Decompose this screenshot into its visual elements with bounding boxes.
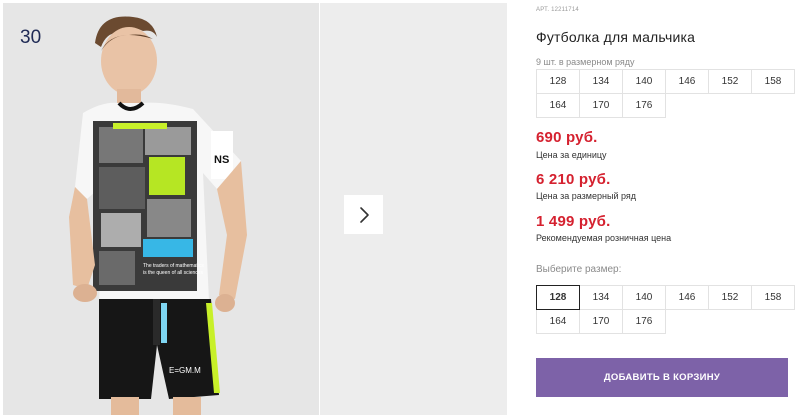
size-option-selected[interactable]: 128 xyxy=(536,285,580,310)
chevron-right-icon xyxy=(357,206,371,224)
slide-counter: 30 xyxy=(20,27,42,48)
size-row-cell: 128 xyxy=(536,69,580,94)
size-option[interactable]: 164 xyxy=(536,309,580,334)
size-row-cell: 176 xyxy=(622,93,666,118)
size-option[interactable]: 176 xyxy=(622,309,666,334)
size-option[interactable]: 146 xyxy=(665,285,709,310)
size-option[interactable]: 158 xyxy=(751,285,795,310)
size-option[interactable]: 134 xyxy=(579,285,623,310)
size-row-cell: 140 xyxy=(622,69,666,94)
size-row-price: 6 210 руб. xyxy=(536,171,611,188)
unit-price-label: Цена за единицу xyxy=(536,150,607,160)
size-option[interactable]: 140 xyxy=(622,285,666,310)
product-title: Футболка для мальчика xyxy=(536,29,696,45)
choose-size-label: Выберите размер: xyxy=(536,264,622,275)
size-option[interactable]: 152 xyxy=(708,285,752,310)
shirt-print-line-1: The traders of mathematics xyxy=(143,263,204,269)
size-row-cell: 146 xyxy=(665,69,709,94)
size-row-cell: 158 xyxy=(751,69,795,94)
sleeve-print: NS xyxy=(214,154,229,166)
shirt-print-line-2: is the queen of all sciences xyxy=(143,270,204,276)
article-number: АРТ. 12211714 xyxy=(536,7,579,13)
size-selector: 128 134 140 146 152 158 164 170 176 xyxy=(536,285,795,334)
recommended-retail-price: 1 499 руб. xyxy=(536,213,611,230)
product-gallery: NS The traders of mathematics is the que… xyxy=(0,0,510,418)
unit-price: 690 руб. xyxy=(536,129,598,146)
recommended-retail-price-label: Рекомендуемая розничная цена xyxy=(536,233,672,243)
size-row-cell: 152 xyxy=(708,69,752,94)
next-slide-button[interactable] xyxy=(344,195,383,234)
size-row-table: 128 134 140 146 152 158 164 170 176 xyxy=(536,69,795,118)
size-row-cell: 164 xyxy=(536,93,580,118)
shorts-logo: E=GM.M xyxy=(169,366,201,375)
add-to-cart-button[interactable]: ДОБАВИТЬ В КОРЗИНУ xyxy=(536,358,788,397)
size-row-cell: 170 xyxy=(579,93,623,118)
product-photo: NS The traders of mathematics is the que… xyxy=(3,3,319,415)
boy-model-illustration: NS The traders of mathematics is the que… xyxy=(3,3,319,415)
size-row-cell: 134 xyxy=(579,69,623,94)
size-option[interactable]: 170 xyxy=(579,309,623,334)
size-row-caption: 9 шт. в размерном ряду xyxy=(536,57,635,67)
size-row-price-label: Цена за размерный ряд xyxy=(536,191,637,201)
